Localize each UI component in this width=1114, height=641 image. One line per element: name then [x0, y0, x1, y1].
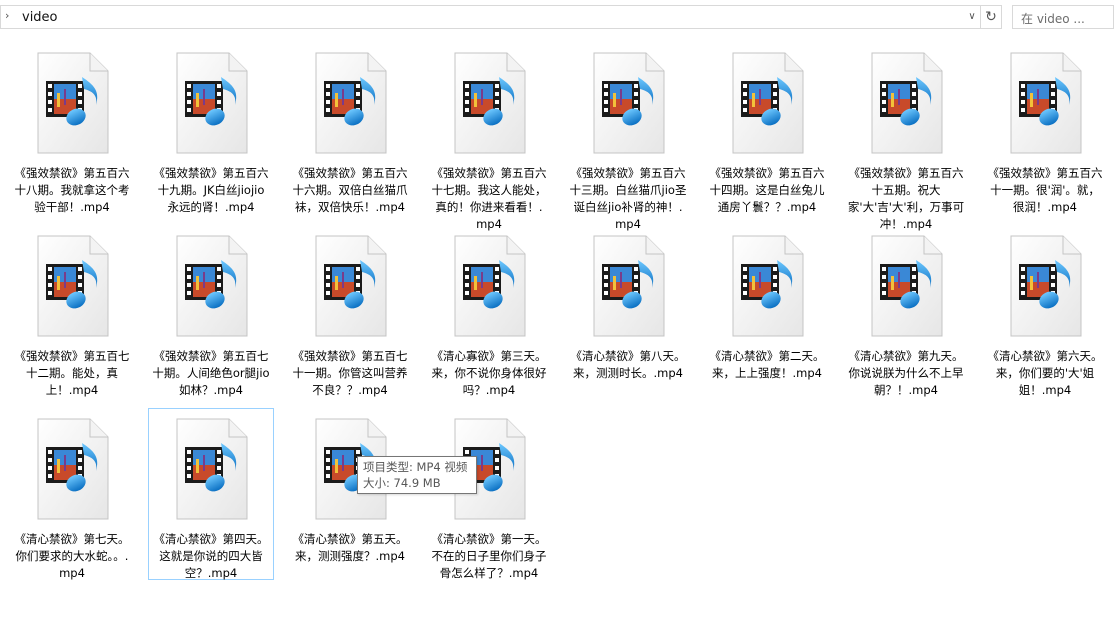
video-file-icon — [34, 417, 112, 521]
file-item[interactable]: 《强效禁欲》第五百六十八期。我就拿这个考验干部！.mp4 — [9, 42, 135, 214]
video-file-icon — [173, 417, 251, 521]
file-name: 《强效禁欲》第五百七十一期。你管这叫营养不良？？.mp4 — [292, 349, 408, 397]
file-name: 《清心禁欲》第八天。来，测测时长。.mp4 — [570, 349, 686, 380]
file-item[interactable]: 《强效禁欲》第五百七十一期。你管这叫营养不良？？.mp4 — [287, 225, 413, 397]
video-file-icon — [729, 51, 807, 155]
file-item[interactable]: 《强效禁欲》第五百六十四期。这是白丝兔儿通房丫鬟？？.mp4 — [704, 42, 830, 214]
file-item[interactable]: 《强效禁欲》第五百六十三期。白丝猫爪jio圣诞白丝jio补肾的神！.mp4 — [565, 42, 691, 231]
file-name: 《清心禁欲》第五天。来，测测强度？.mp4 — [292, 532, 408, 563]
video-file-icon — [868, 51, 946, 155]
breadcrumb-chevron-icon[interactable]: › — [5, 9, 9, 22]
file-name: 《强效禁欲》第五百六十九期。JK白丝jiojio永远的肾！.mp4 — [153, 166, 269, 214]
tooltip-size: 大小: 74.9 MB — [363, 476, 441, 490]
toolbar: › video ∨ ↻ 在 video ... — [0, 0, 1114, 35]
file-item[interactable]: 《强效禁欲》第五百六十九期。JK白丝jiojio永远的肾！.mp4 — [148, 42, 274, 214]
file-item[interactable]: 《强效禁欲》第五百六十七期。我这人能处，真的！你进来看看！.mp4 — [426, 42, 552, 231]
file-name: 《强效禁欲》第五百六十六期。双倍白丝猫爪袜，双倍快乐！.mp4 — [292, 166, 408, 214]
video-file-icon — [1007, 51, 1085, 155]
file-item[interactable]: 《清心禁欲》第五天。来，测测强度？.mp4 — [287, 408, 413, 580]
video-file-icon — [34, 51, 112, 155]
file-name: 《强效禁欲》第五百六十四期。这是白丝兔儿通房丫鬟？？.mp4 — [709, 166, 825, 214]
address-path[interactable]: video — [22, 10, 58, 25]
file-name: 《清心禁欲》第九天。你说说朕为什么不上早朝？！.mp4 — [848, 349, 964, 397]
file-name: 《强效禁欲》第五百六十八期。我就拿这个考验干部！.mp4 — [14, 166, 130, 214]
file-name: 《强效禁欲》第五百六十五期。祝大家'大'吉'大'利，万事可冲！.mp4 — [847, 166, 965, 231]
file-item[interactable]: 《清心禁欲》第四天。这就是你说的四大皆空？.mp4 — [148, 408, 274, 580]
address-dropdown-icon[interactable]: ∨ — [963, 6, 981, 28]
file-name: 《强效禁欲》第五百六十一期。很'润'。就，很润！.mp4 — [987, 166, 1103, 214]
refresh-icon[interactable]: ↻ — [980, 6, 1001, 28]
address-bar[interactable]: › video ∨ ↻ — [0, 5, 1002, 29]
file-item[interactable]: 《清心禁欲》第六天。来，你们要的'大'姐姐！.mp4 — [982, 225, 1108, 397]
file-item[interactable]: 《强效禁欲》第五百七十期。人间绝色or腿jio如林？.mp4 — [148, 225, 274, 397]
file-name: 《强效禁欲》第五百七十期。人间绝色or腿jio如林？.mp4 — [152, 349, 270, 397]
tooltip-type: 项目类型: MP4 视频 — [363, 460, 468, 474]
file-item[interactable]: 《清心禁欲》第一天。不在的日子里你们身子骨怎么样了？.mp4 — [426, 408, 552, 580]
file-name: 《强效禁欲》第五百六十七期。我这人能处，真的！你进来看看！.mp4 — [431, 166, 547, 231]
file-item[interactable]: 《强效禁欲》第五百六十六期。双倍白丝猫爪袜，双倍快乐！.mp4 — [287, 42, 413, 214]
video-file-icon — [1007, 234, 1085, 338]
file-item[interactable]: 《清心寡欲》第三天。来，你不说你身体很好吗？.mp4 — [426, 225, 552, 397]
video-file-icon — [173, 51, 251, 155]
video-file-icon — [451, 51, 529, 155]
video-file-icon — [34, 234, 112, 338]
file-name: 《清心禁欲》第六天。来，你们要的'大'姐姐！.mp4 — [987, 349, 1103, 397]
video-file-icon — [590, 51, 668, 155]
search-box[interactable]: 在 video ... — [1012, 5, 1114, 29]
file-item[interactable]: 《清心禁欲》第七天。你们要求的大水蛇。。.mp4 — [9, 408, 135, 580]
file-item[interactable]: 《清心禁欲》第九天。你说说朕为什么不上早朝？！.mp4 — [843, 225, 969, 397]
video-file-icon — [451, 234, 529, 338]
file-name: 《强效禁欲》第五百六十三期。白丝猫爪jio圣诞白丝jio补肾的神！.mp4 — [569, 166, 687, 231]
video-file-icon — [312, 51, 390, 155]
file-name: 《清心禁欲》第七天。你们要求的大水蛇。。.mp4 — [14, 532, 130, 580]
video-file-icon — [590, 234, 668, 338]
file-name: 《清心禁欲》第四天。这就是你说的四大皆空？.mp4 — [153, 532, 269, 580]
file-name: 《清心禁欲》第二天。来，上上强度！.mp4 — [709, 349, 825, 380]
file-item[interactable]: 《清心禁欲》第二天。来，上上强度！.mp4 — [704, 225, 830, 397]
file-item[interactable]: 《强效禁欲》第五百六十五期。祝大家'大'吉'大'利，万事可冲！.mp4 — [843, 42, 969, 231]
file-name: 《强效禁欲》第五百七十二期。能处，真上！.mp4 — [14, 349, 130, 397]
file-name: 《清心禁欲》第一天。不在的日子里你们身子骨怎么样了？.mp4 — [431, 532, 547, 580]
file-item[interactable]: 《强效禁欲》第五百七十二期。能处，真上！.mp4 — [9, 225, 135, 397]
file-item[interactable]: 《清心禁欲》第八天。来，测测时长。.mp4 — [565, 225, 691, 397]
video-file-icon — [173, 234, 251, 338]
video-file-icon — [729, 234, 807, 338]
search-placeholder[interactable]: 在 video ... — [1021, 10, 1085, 27]
file-item[interactable]: 《强效禁欲》第五百六十一期。很'润'。就，很润！.mp4 — [982, 42, 1108, 214]
file-name: 《清心寡欲》第三天。来，你不说你身体很好吗？.mp4 — [431, 349, 547, 397]
file-tooltip: 项目类型: MP4 视频 大小: 74.9 MB — [357, 456, 477, 494]
video-file-icon — [312, 234, 390, 338]
file-grid: 《强效禁欲》第五百六十八期。我就拿这个考验干部！.mp4 《强效禁欲》第五百六十… — [0, 39, 1114, 639]
video-file-icon — [868, 234, 946, 338]
